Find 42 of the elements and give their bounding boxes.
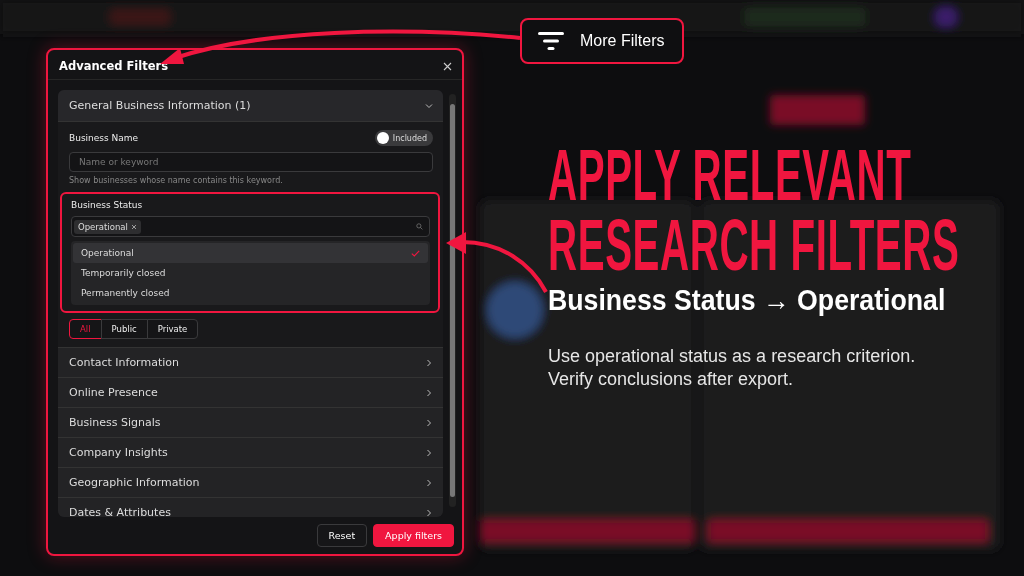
check-icon — [411, 249, 420, 257]
dialog-title: Advanced Filters — [59, 59, 168, 73]
headline: RESEARCH FILTERS — [548, 210, 960, 280]
headline: APPLY RELEVANT — [548, 140, 912, 210]
segment-button[interactable]: Private — [146, 319, 199, 339]
remove-icon[interactable] — [130, 223, 137, 230]
filter-icon — [538, 31, 564, 51]
segment-button[interactable]: Public — [100, 319, 148, 339]
reset-button[interactable]: Reset — [316, 524, 368, 547]
accordion-header[interactable]: Contact Information — [58, 348, 443, 378]
body-text: Verify conclusions after export. — [548, 368, 795, 391]
included-toggle[interactable]: Included — [374, 130, 433, 146]
segment-button[interactable]: All — [69, 319, 102, 339]
field-label: Business Status — [71, 200, 144, 210]
search-icon — [416, 223, 423, 230]
apply-button[interactable]: Apply filters — [373, 524, 454, 547]
status-select-field[interactable]: Operational — [71, 216, 430, 237]
body-text: Use operational status as a research criterion. — [548, 345, 917, 368]
accordion-header[interactable]: General Business Information (1) — [58, 90, 443, 122]
field-label: Business Name — [69, 133, 139, 143]
dropdown-option[interactable]: Permanently closed — [73, 283, 428, 303]
field-hint: Show businesses whose name contains this keyword. — [69, 176, 284, 185]
chevron-right-icon — [425, 478, 433, 487]
chevron-right-icon — [425, 508, 433, 517]
accordion-header[interactable]: Company Insights — [58, 438, 443, 468]
close-button[interactable] — [443, 61, 452, 71]
chevron-right-icon — [425, 358, 433, 367]
chevron-right-icon — [425, 418, 433, 427]
callout-label: More Filters — [580, 32, 665, 50]
subtitle: Business Status → Operational — [548, 284, 946, 317]
chevron-down-icon — [425, 101, 433, 110]
accordion-header[interactable]: Online Presence — [58, 378, 443, 408]
dropdown-option[interactable]: Temporarily closed — [73, 263, 428, 283]
accordion-header[interactable]: Business Signals — [58, 408, 443, 438]
accordion-header[interactable]: Geographic Information — [58, 468, 443, 498]
chevron-right-icon — [425, 388, 433, 397]
accordion-header[interactable]: Dates & Attributes — [58, 498, 443, 517]
name-input-field[interactable]: Name or keyword — [69, 152, 433, 172]
scrollbar[interactable] — [449, 94, 456, 507]
chevron-right-icon — [425, 448, 433, 457]
dropdown-option[interactable]: Operational — [73, 243, 428, 263]
status-tag[interactable]: Operational — [74, 219, 141, 234]
